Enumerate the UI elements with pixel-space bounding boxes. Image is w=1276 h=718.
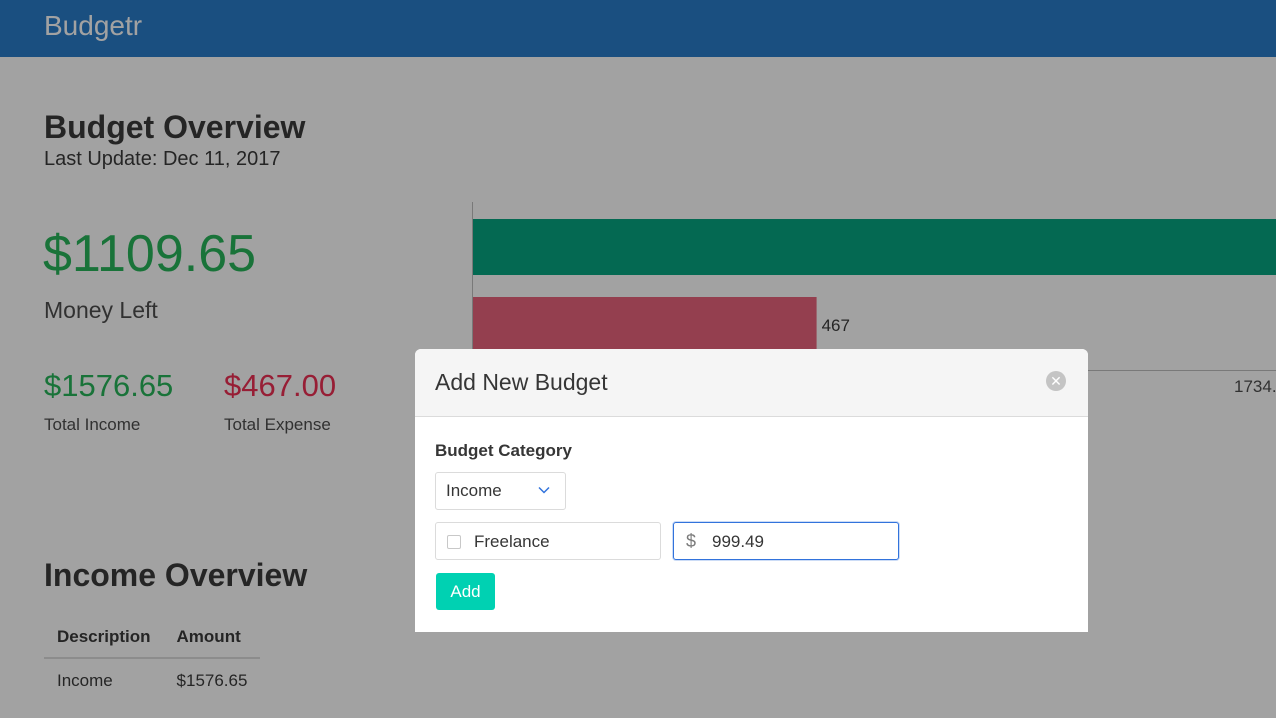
budget-category-select[interactable]: Income bbox=[435, 472, 566, 510]
budget-category-label: Budget Category bbox=[435, 441, 572, 460]
close-icon[interactable]: ✕ bbox=[1046, 371, 1066, 391]
amount-value: 999.49 bbox=[712, 532, 764, 551]
amount-field[interactable]: $ 999.49 bbox=[673, 522, 899, 560]
modal-header: Add New Budget ✕ bbox=[415, 349, 1088, 417]
description-value: Freelance bbox=[474, 532, 550, 551]
chevron-down-icon bbox=[538, 486, 550, 494]
description-field[interactable]: Freelance bbox=[435, 522, 661, 560]
description-icon bbox=[447, 535, 461, 549]
add-budget-modal: Add New Budget ✕ Budget Category Income … bbox=[415, 349, 1088, 632]
dollar-icon: $ bbox=[686, 531, 697, 551]
budget-category-selected-value: Income bbox=[446, 481, 502, 500]
add-button[interactable]: Add bbox=[436, 573, 495, 610]
modal-title: Add New Budget bbox=[435, 369, 608, 395]
